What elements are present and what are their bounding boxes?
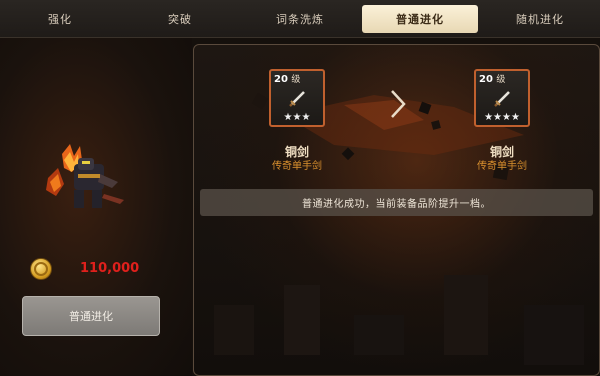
chevron-right-icon xyxy=(391,90,406,118)
evolution-panel: 20 级 ★★★ 铜剑 传奇单手剑 20 级 ★★★★ 铜剑 传奇单手剑 普通进… xyxy=(193,44,600,376)
sword-icon xyxy=(289,91,305,107)
tab-random-evolve[interactable]: 随机进化 xyxy=(482,5,598,33)
tab-reroll[interactable]: 词条洗炼 xyxy=(242,5,358,33)
before-item-type: 传奇单手剑 xyxy=(272,161,322,172)
gold-coin-icon xyxy=(30,258,52,280)
after-item-level: 20 级 xyxy=(479,74,506,85)
tab-breakthrough[interactable]: 突破 xyxy=(122,5,238,33)
before-item-slot[interactable]: 20 级 ★★★ xyxy=(269,69,325,127)
character-model xyxy=(46,144,124,208)
before-item-level: 20 级 xyxy=(274,74,301,85)
tab-bar: 强化 突破 词条洗炼 普通进化 随机进化 xyxy=(0,0,600,38)
tab-normal-evolve[interactable]: 普通进化 xyxy=(362,4,478,33)
after-item-stars: ★★★★ xyxy=(484,112,520,123)
after-item-slot[interactable]: 20 级 ★★★★ xyxy=(474,69,530,127)
result-message: 普通进化成功，当前装备品阶提升一档。 xyxy=(200,189,593,216)
sword-icon xyxy=(494,91,510,107)
before-item-stars: ★★★ xyxy=(283,112,311,123)
tab-enhance[interactable]: 强化 xyxy=(2,5,118,33)
after-item-type: 传奇单手剑 xyxy=(477,161,527,172)
cost-amount: 110,000 xyxy=(80,261,140,276)
evolve-button[interactable]: 普通进化 xyxy=(22,296,160,336)
